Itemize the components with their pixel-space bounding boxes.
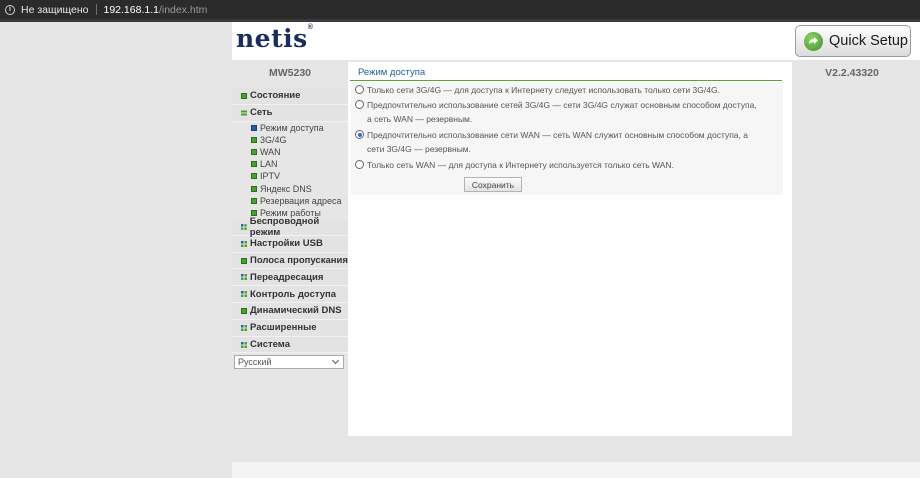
save-button[interactable]: Сохранить (464, 177, 522, 192)
option-3g4g-only[interactable]: Только сети 3G/4G — для доступа к Интерн… (355, 83, 757, 97)
security-label[interactable]: Не защищено (21, 4, 89, 16)
sidebar-item-label: Состояние (250, 90, 301, 102)
radio-3g4g-only[interactable] (355, 85, 364, 94)
sidebar-item-usb[interactable]: Настройки USB (232, 235, 348, 253)
address-separator (95, 4, 97, 15)
sidebar-item-system[interactable]: Система (232, 336, 348, 354)
sidebar-item-label: Сеть (250, 107, 273, 119)
sidebar: Состояние Сеть Режим доступа 3G/4G WAN L… (232, 88, 348, 370)
main-panel: Режим доступа Только сети 3G/4G — для до… (348, 62, 792, 436)
quick-setup-label: Quick Setup (829, 33, 908, 49)
page-title: Режим доступа (350, 66, 782, 81)
sidebar-item-network[interactable]: Сеть (232, 104, 348, 122)
option-label: Только сеть WAN — для доступа к Интернет… (367, 160, 674, 170)
sidebar-subitem-label: WAN (260, 147, 281, 158)
quick-setup-icon (804, 31, 823, 51)
access-mode-options: Только сети 3G/4G — для доступа к Интерн… (351, 82, 783, 195)
firmware-version: V2.2.43320 (825, 67, 879, 79)
sidebar-item-label: Расширенные (250, 322, 317, 334)
url-host[interactable]: 192.168.1.1 (104, 4, 159, 16)
page-footer-strip (232, 462, 920, 478)
sidebar-subitem-lan[interactable]: LAN (232, 158, 348, 170)
quick-setup-button[interactable]: Quick Setup (795, 25, 911, 57)
sidebar-subitem-label: LAN (260, 159, 278, 170)
square-bullet-icon (251, 185, 257, 192)
sidebar-item-access-control[interactable]: Контроль доступа (232, 286, 348, 304)
sidebar-subitem-label: Резервация адреса (260, 195, 342, 206)
radio-wan-preferred[interactable] (355, 130, 364, 139)
quick-setup-arrow-icon (809, 36, 818, 44)
option-wan-only[interactable]: Только сеть WAN — для доступа к Интернет… (355, 158, 757, 172)
sidebar-item-label: Динамический DNS (250, 305, 342, 317)
info-icon[interactable]: i (5, 4, 15, 15)
option-label: Предпочтительно использование сети WAN —… (367, 130, 748, 154)
sidebar-item-label: Полоса пропускания (250, 255, 348, 267)
square-bullet-icon (251, 161, 257, 168)
grid-bullet-icon (241, 240, 247, 247)
option-label: Только сети 3G/4G — для доступа к Интерн… (367, 85, 720, 95)
sidebar-subitem-address-reservation[interactable]: Резервация адреса (232, 195, 348, 207)
device-model: MW5230 (268, 67, 311, 79)
square-bullet-icon (251, 173, 257, 180)
square-bullet-icon (241, 307, 247, 314)
sidebar-item-dynamic-dns[interactable]: Динамический DNS (232, 303, 348, 320)
sidebar-subitem-wan[interactable]: WAN (232, 146, 348, 158)
option-3g4g-preferred[interactable]: Предпочтительно использование сетей 3G/4… (355, 98, 757, 126)
url-path[interactable]: /index.htm (159, 4, 207, 16)
grid-bullet-icon (241, 224, 247, 230)
square-bullet-icon (241, 92, 247, 99)
logo-registered-mark: ® (307, 24, 314, 31)
logo-text: netis (236, 24, 308, 53)
language-select[interactable]: Русский (234, 355, 344, 370)
grid-bullet-icon (241, 341, 247, 348)
sidebar-item-status[interactable]: Состояние (232, 88, 348, 105)
radio-wan-only[interactable] (355, 160, 364, 169)
grid-bullet-icon (241, 324, 247, 331)
square-bullet-icon (251, 124, 257, 131)
sidebar-subitem-label: IPTV (260, 171, 281, 182)
square-bullet-icon (251, 136, 257, 143)
sidebar-item-forwarding[interactable]: Переадресация (232, 269, 348, 287)
sidebar-subitem-yandex-dns[interactable]: Яндекс DNS (232, 183, 348, 195)
sidebar-item-label: Переадресация (250, 271, 324, 283)
grid-bullet-icon (241, 274, 247, 281)
page-header: netis® Quick Setup (232, 22, 920, 60)
browser-address-bar[interactable]: i Не защищено 192.168.1.1/index.htm (0, 0, 920, 19)
option-label: Предпочтительно использование сетей 3G/4… (367, 100, 757, 124)
sidebar-item-wireless[interactable]: Беспроводной режим (232, 216, 348, 238)
chevron-down-icon (331, 357, 340, 365)
option-wan-preferred[interactable]: Предпочтительно использование сети WAN —… (355, 128, 757, 156)
square-bullet-icon (241, 257, 247, 264)
sidebar-subitem-label: 3G/4G (260, 134, 287, 145)
radio-3g4g-preferred[interactable] (355, 100, 364, 109)
grid-bullet-icon (241, 291, 247, 298)
sidebar-subitem-label: Режим доступа (260, 122, 324, 133)
square-bullet-icon (251, 149, 257, 156)
sidebar-item-label: Беспроводной режим (249, 216, 320, 238)
sidebar-subitem-label: Яндекс DNS (260, 183, 312, 194)
sidebar-item-advanced[interactable]: Расширенные (232, 319, 348, 337)
sidebar-subitem-3g4g[interactable]: 3G/4G (232, 134, 348, 146)
netis-logo: netis® (236, 24, 313, 53)
sidebar-item-label: Настройки USB (250, 238, 323, 250)
language-select-value: Русский (238, 357, 272, 368)
sidebar-item-label: Контроль доступа (250, 288, 337, 300)
list-open-icon (241, 110, 247, 116)
sidebar-subitem-iptv[interactable]: IPTV (232, 170, 348, 182)
square-bullet-icon (251, 197, 257, 204)
sidebar-item-label: Система (250, 339, 290, 351)
sidebar-subitem-access-mode[interactable]: Режим доступа (232, 122, 348, 134)
sidebar-item-bandwidth[interactable]: Полоса пропускания (232, 252, 348, 270)
